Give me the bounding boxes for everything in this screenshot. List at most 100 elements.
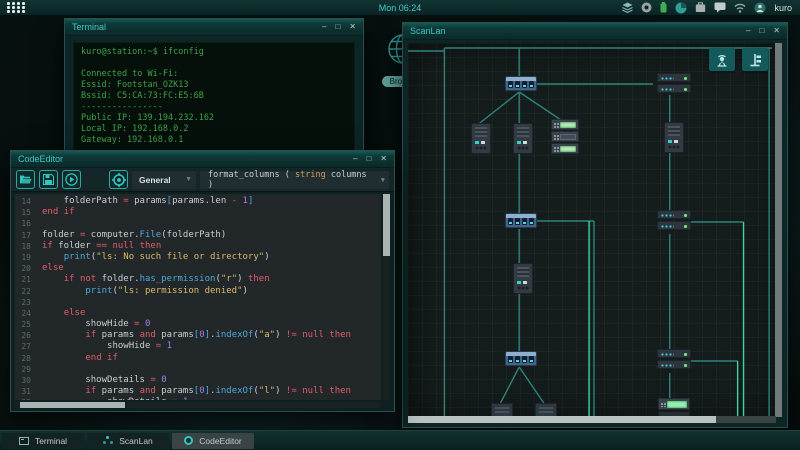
codeeditor-horizontal-scrollbar[interactable]	[15, 402, 381, 408]
scanlan-icon	[103, 436, 113, 445]
code-line: 31 if params and params[0].indexOf("l") …	[15, 386, 381, 397]
desktop: Mon 06:24 kuro Browse Terminal	[0, 0, 800, 450]
layers-icon[interactable]	[622, 2, 633, 13]
scan-device-icon	[714, 53, 730, 67]
clock: Mon 06:24	[379, 3, 422, 13]
network-node-pc[interactable]	[471, 123, 491, 154]
codeeditor-toolbar: General ▼ format_columns ( string column…	[11, 168, 394, 192]
category-dropdown[interactable]: General ▼	[132, 171, 196, 189]
disk-usage-pie-icon[interactable]	[675, 2, 687, 14]
code-line: 29	[15, 364, 381, 375]
terminal-line: Public IP: 139.194.232.162	[81, 113, 347, 124]
line-number: 17	[15, 230, 42, 241]
maximize-button[interactable]: □	[335, 23, 340, 31]
maximize-button[interactable]: □	[759, 27, 764, 35]
scrollbar-thumb[interactable]	[408, 416, 716, 423]
network-node-switch[interactable]	[505, 351, 537, 366]
briefcase-icon[interactable]	[695, 2, 706, 13]
terminal-line: Connected to Wi-Fi:	[81, 69, 347, 80]
network-node-pc[interactable]	[513, 123, 533, 154]
close-button[interactable]: ✕	[349, 23, 356, 31]
tree-view-icon	[748, 53, 762, 67]
line-number: 25	[15, 319, 42, 330]
gear-icon[interactable]	[641, 2, 652, 13]
run-button[interactable]	[62, 170, 81, 189]
terminal-line	[81, 58, 347, 69]
code-line: 26 if params and params[0].indexOf("a") …	[15, 330, 381, 341]
network-node-server-green[interactable]	[658, 398, 690, 417]
user-avatar-icon[interactable]	[754, 2, 766, 14]
network-node-router[interactable]	[657, 210, 691, 232]
line-number: 30	[15, 375, 42, 386]
terminal-line: Bssid: C5:CA:73:FC:E5:6B	[81, 91, 347, 102]
network-node-rack[interactable]	[551, 119, 579, 155]
connection-line	[480, 92, 519, 123]
taskbar-item-terminal[interactable]: Terminal	[2, 433, 84, 449]
scanlan-horizontal-scrollbar[interactable]	[408, 416, 776, 423]
network-node-pc[interactable]	[513, 263, 533, 294]
tree-view-button[interactable]	[742, 48, 768, 71]
save-button[interactable]	[39, 170, 58, 189]
line-number: 22	[15, 286, 42, 297]
network-node-router[interactable]	[657, 73, 691, 95]
line-number: 20	[15, 263, 42, 274]
code-line: 32 showDetails = 1	[15, 397, 381, 400]
code-area[interactable]: 14 folderPath = params[params.len - 1]15…	[15, 194, 381, 400]
taskbar-item-scanlan[interactable]: ScanLan	[87, 433, 169, 449]
system-tray: kuro	[622, 2, 800, 14]
function-dropdown[interactable]: format_columns ( string columns ) ▼	[200, 171, 389, 189]
network-node-pc[interactable]	[664, 122, 684, 153]
chat-icon[interactable]	[714, 2, 726, 13]
close-button[interactable]: ✕	[380, 155, 387, 163]
terminal-titlebar[interactable]: Terminal – □ ✕	[65, 19, 363, 36]
maximize-button[interactable]: □	[366, 155, 371, 163]
open-file-button[interactable]	[16, 170, 35, 189]
network-node-box[interactable]	[535, 403, 557, 417]
minimize-button[interactable]: –	[353, 155, 357, 163]
target-icon	[112, 173, 126, 187]
scanlan-titlebar[interactable]: ScanLan – □ ✕	[403, 23, 787, 40]
code-line: 20else	[15, 263, 381, 274]
scanlan-vertical-scrollbar[interactable]	[775, 43, 782, 417]
chevron-down-icon: ▼	[377, 176, 389, 184]
line-number: 24	[15, 308, 42, 319]
network-node-box[interactable]	[491, 403, 513, 417]
minimize-button[interactable]: –	[746, 27, 750, 35]
battery-icon[interactable]	[660, 2, 667, 13]
code-line: 17folder = computer.File(folderPath)	[15, 230, 381, 241]
taskbar-item-label: ScanLan	[119, 436, 153, 446]
code-line: 21 if not folder.has_permission("r") the…	[15, 274, 381, 285]
taskbar-item-label: Terminal	[35, 436, 67, 446]
network-node-switch[interactable]	[505, 76, 537, 91]
scrollbar-thumb[interactable]	[383, 194, 390, 256]
code-line: 16	[15, 218, 381, 229]
code-line: 27 showHide = 1	[15, 341, 381, 352]
function-signature: format_columns ( string columns )	[208, 170, 377, 190]
top-bar: Mon 06:24 kuro	[0, 0, 800, 16]
scanlan-title: ScanLan	[410, 26, 446, 36]
save-icon	[43, 174, 54, 185]
network-node-switch[interactable]	[505, 213, 537, 228]
terminal-line: Gateway: 192.168.0.1	[81, 135, 347, 146]
code-line: 24 else	[15, 308, 381, 319]
wifi-icon[interactable]	[734, 3, 746, 13]
network-map[interactable]	[408, 43, 776, 417]
scan-device-button[interactable]	[709, 48, 735, 71]
terminal-icon	[19, 437, 29, 445]
line-number: 15	[15, 207, 42, 218]
codeeditor-vertical-scrollbar[interactable]	[383, 194, 390, 400]
codeeditor-title: CodeEditor	[18, 154, 63, 164]
network-node-router[interactable]	[657, 349, 691, 371]
terminal-title: Terminal	[72, 22, 106, 32]
taskbar-item-codeeditor[interactable]: CodeEditor	[172, 433, 254, 449]
navigate-button[interactable]	[109, 170, 128, 189]
codeeditor-titlebar[interactable]: CodeEditor – □ ✕	[11, 151, 394, 168]
code-line: 22 print("ls: permission denied")	[15, 286, 381, 297]
line-number: 27	[15, 341, 42, 352]
minimize-button[interactable]: –	[322, 23, 326, 31]
app-grid-icon[interactable]	[7, 2, 26, 13]
line-number: 28	[15, 353, 42, 364]
terminal-line: Local IP: 192.168.0.2	[81, 124, 347, 135]
close-button[interactable]: ✕	[773, 27, 780, 35]
scrollbar-thumb[interactable]	[20, 402, 125, 408]
